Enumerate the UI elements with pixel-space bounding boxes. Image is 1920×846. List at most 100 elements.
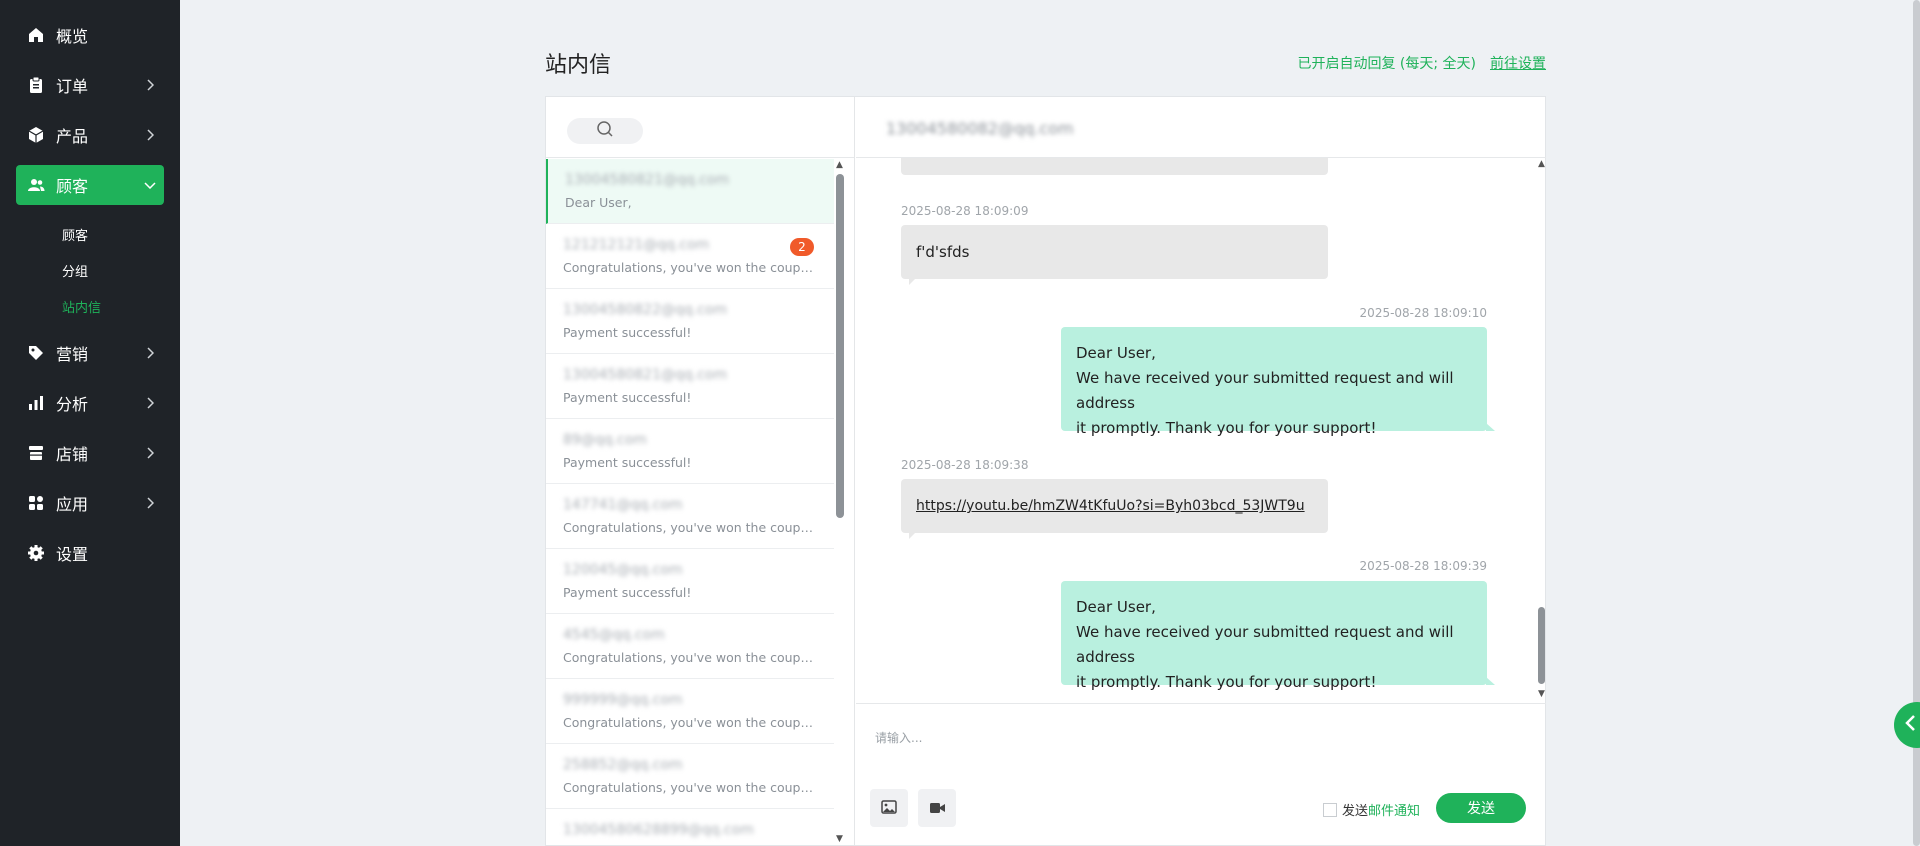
messages-card: 13004580821@qq.com Dear User, 121212121@… xyxy=(545,96,1546,846)
chevron-down-icon xyxy=(136,181,164,189)
chat-scrollbar[interactable]: ▲ ▼ xyxy=(1538,158,1546,702)
message-bubble-outgoing: Dear User, We have received your submitt… xyxy=(1061,581,1495,691)
conversation-preview: Congratulations, you've won the coupon: … xyxy=(563,650,818,665)
clipboard-icon xyxy=(16,76,56,94)
conversation-item[interactable]: 13004580822@qq.com Payment successful! xyxy=(546,289,834,354)
email-notify-checkbox[interactable] xyxy=(1323,802,1337,817)
subnav-groups[interactable]: 分组 xyxy=(62,261,88,280)
message-timestamp: 2025-08-28 18:09:38 xyxy=(901,458,1029,472)
nav-label: 概览 xyxy=(56,27,89,46)
message-line: Dear User, xyxy=(1076,598,1156,616)
scroll-down-arrow-icon[interactable]: ▼ xyxy=(1538,690,1545,699)
page-title: 站内信 xyxy=(545,53,612,78)
insert-video-button[interactable] xyxy=(918,789,956,827)
chevron-right-icon xyxy=(136,79,164,91)
nav-label: 订单 xyxy=(56,77,89,96)
chevron-left-icon xyxy=(1904,714,1916,736)
conversation-item[interactable]: 13004580821@qq.com Payment successful! xyxy=(546,354,834,419)
conversation-email: 4545@qq.com xyxy=(563,627,665,643)
search-button[interactable] xyxy=(567,118,643,144)
scrollbar-thumb[interactable] xyxy=(836,174,844,518)
scroll-up-arrow-icon[interactable]: ▲ xyxy=(1538,160,1545,169)
auto-reply-status: 已开启自动回复 (每天; 全天) 前往设置 xyxy=(1297,53,1546,73)
chat-messages: 6969 2025-08-28 18:09:09 f'd'sfds 2025-0… xyxy=(856,158,1546,702)
chevron-right-icon xyxy=(136,347,164,359)
nav-label: 设置 xyxy=(56,545,89,564)
message-bubble-outgoing: Dear User, We have received your submitt… xyxy=(1061,327,1495,437)
nav-item-customers[interactable]: 顾客 xyxy=(16,165,164,205)
chevron-right-icon xyxy=(136,497,164,509)
conversation-email: 999999@qq.com xyxy=(563,692,683,708)
conversation-preview: Congratulations, you've won the coupon: … xyxy=(563,780,818,795)
nav-item-marketing[interactable]: 营销 xyxy=(16,333,164,373)
email-notify-link[interactable]: 邮件通知 xyxy=(1368,800,1420,819)
scroll-down-arrow-icon[interactable]: ▼ xyxy=(836,835,843,844)
conversation-preview: Payment successful! xyxy=(563,325,692,340)
email-notify-prefix: 发送 xyxy=(1342,804,1369,819)
conversation-item[interactable]: 4545@qq.com Congratulations, you've won … xyxy=(546,614,834,679)
store-icon xyxy=(16,444,56,462)
conversation-list-scrollbar[interactable]: ▲ ▼ xyxy=(832,159,846,846)
conversation-preview: Payment successful! xyxy=(563,390,692,405)
nav-label: 分析 xyxy=(56,395,89,414)
conversation-item[interactable]: 147741@qq.com Congratulations, you've wo… xyxy=(546,484,834,549)
box-icon xyxy=(16,126,56,144)
message-timestamp: 2025-08-28 18:09:09 xyxy=(901,204,1029,218)
insert-image-button[interactable] xyxy=(870,789,908,827)
unread-badge: 2 xyxy=(790,238,814,256)
message-text: 6969 xyxy=(916,158,1313,162)
divider xyxy=(546,157,854,158)
subnav-messages[interactable]: 站内信 xyxy=(62,297,101,316)
nav-item-settings[interactable]: 设置 xyxy=(16,533,164,573)
conversation-email: 120045@qq.com xyxy=(563,562,683,578)
conversation-email: 258852@qq.com xyxy=(563,757,683,773)
home-icon xyxy=(16,26,56,44)
message-timestamp: 2025-08-28 18:09:10 xyxy=(1359,306,1487,320)
message-line: Dear User, xyxy=(1076,344,1156,362)
conversation-item[interactable]: 89@qq.com Payment successful! xyxy=(546,419,834,484)
nav-item-store[interactable]: 店铺 xyxy=(16,433,164,473)
settings-link[interactable]: 前往设置 xyxy=(1490,53,1546,73)
conversation-list: 13004580821@qq.com Dear User, 121212121@… xyxy=(546,159,834,846)
conversation-item[interactable]: 120045@qq.com Payment successful! xyxy=(546,549,834,614)
conversation-preview: Congratulations, you've won the coupon: … xyxy=(563,260,818,275)
message-link[interactable]: https://youtu.be/hmZW4tKfuUo?si=Byh03bcd… xyxy=(916,498,1305,514)
divider xyxy=(856,703,1546,704)
conversation-preview: Congratulations, you've won the coupon: … xyxy=(563,520,818,535)
nav-item-orders[interactable]: 订单 xyxy=(16,65,164,105)
conversation-preview: Payment successful! xyxy=(563,455,692,470)
apps-icon xyxy=(16,494,56,512)
message-line: it promptly. Thank you for your support! xyxy=(1076,673,1377,691)
subnav-customers[interactable]: 顾客 xyxy=(62,225,88,244)
scrollbar-thumb[interactable] xyxy=(1538,607,1545,684)
send-button[interactable]: 发送 xyxy=(1436,793,1526,823)
scroll-up-arrow-icon[interactable]: ▲ xyxy=(836,161,843,170)
chevron-right-icon xyxy=(136,397,164,409)
message-line: We have received your submitted request … xyxy=(1076,369,1454,412)
message-bubble-incoming: f'd'sfds xyxy=(901,225,1328,285)
message-text: f'd'sfds xyxy=(916,243,970,261)
conversation-item[interactable]: 13004580821@qq.com Dear User, xyxy=(546,159,834,224)
search-icon xyxy=(596,120,614,142)
conversation-email: 13004580628899@qq.com xyxy=(563,822,754,838)
conversation-preview: Congratulations, you've won the coupon: … xyxy=(563,715,818,730)
nav-label: 顾客 xyxy=(56,177,89,196)
users-icon xyxy=(16,176,56,194)
conversation-email: 13004580821@qq.com xyxy=(565,172,730,188)
message-line: We have received your submitted request … xyxy=(1076,623,1454,666)
conversation-item[interactable]: 258852@qq.com Congratulations, you've wo… xyxy=(546,744,834,809)
nav-item-overview[interactable]: 概览 xyxy=(16,15,164,55)
nav-item-apps[interactable]: 应用 xyxy=(16,483,164,523)
message-input[interactable] xyxy=(875,723,1495,753)
nav-label: 产品 xyxy=(56,127,89,146)
conversation-list-pane: 13004580821@qq.com Dear User, 121212121@… xyxy=(546,97,855,845)
conversation-email: 121212121@qq.com xyxy=(563,237,710,253)
nav-item-products[interactable]: 产品 xyxy=(16,115,164,155)
conversation-item[interactable]: 999999@qq.com Congratulations, you've wo… xyxy=(546,679,834,744)
conversation-item[interactable]: 13004580628899@qq.com xyxy=(546,809,834,846)
message-bubble-incoming: 6969 xyxy=(901,158,1328,175)
floating-collapse-button[interactable] xyxy=(1894,702,1920,748)
bar-chart-icon xyxy=(16,394,56,412)
nav-item-analytics[interactable]: 分析 xyxy=(16,383,164,423)
conversation-item[interactable]: 121212121@qq.com 2 Congratulations, you'… xyxy=(546,224,834,289)
